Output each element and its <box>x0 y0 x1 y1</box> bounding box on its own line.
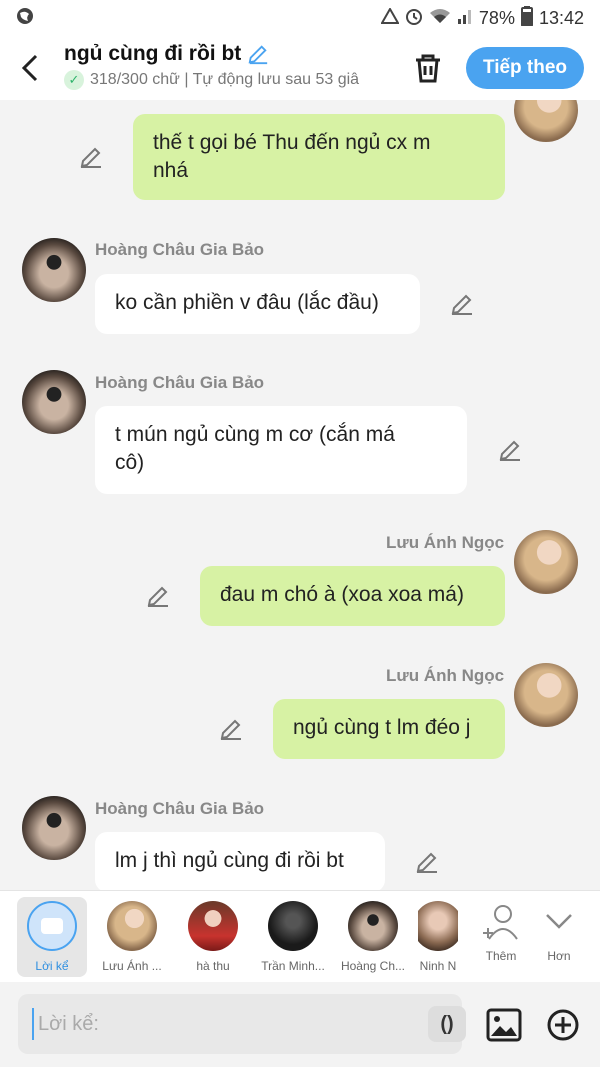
character-narrator[interactable]: Lời kể <box>17 897 87 977</box>
input-bar: () <box>0 982 600 1067</box>
back-button[interactable] <box>0 36 60 100</box>
sender-name: Lưu Ánh Ngọc <box>386 533 505 552</box>
wifi-icon <box>429 8 451 29</box>
image-icon[interactable] <box>486 1008 522 1042</box>
message-line: đau m chó à (xoa xoa má) <box>220 583 464 606</box>
narrator-icon <box>27 901 77 951</box>
edit-message-icon[interactable] <box>450 292 474 316</box>
message-line: ngủ cùng t lm đéo j <box>293 716 471 739</box>
action-parentheses-button[interactable]: () <box>428 1006 466 1042</box>
edit-title-icon[interactable] <box>247 43 269 65</box>
avatar <box>22 238 86 302</box>
sender-name: Hoàng Châu Gia Bảo <box>95 240 265 259</box>
avatar <box>268 901 318 951</box>
edit-message-icon[interactable] <box>219 717 243 741</box>
clock: 13:42 <box>538 7 584 28</box>
character-name: Lưu Ánh ... <box>102 959 162 973</box>
globe-icon <box>16 7 34 30</box>
character-name: hà thu <box>196 959 230 973</box>
character-item[interactable]: Trần Minh... <box>258 897 328 977</box>
character-name: Trần Minh... <box>261 959 325 973</box>
character-bar: Lời kể Lưu Ánh ... hà thu Trần Minh... H… <box>0 890 600 982</box>
chevron-left-icon <box>21 54 38 82</box>
avatar <box>188 901 238 951</box>
message-bubble[interactable]: ko cần phiền v đâu (lắc đầu) <box>95 274 420 334</box>
page-title: ngủ cùng đi rồi bt <box>64 42 242 65</box>
signal-icon <box>457 8 473 29</box>
character-name: Ninh N <box>419 959 457 973</box>
message-bubble[interactable]: ngủ cùng t lm đéo j <box>273 699 505 759</box>
next-button[interactable]: Tiếp theo <box>466 47 584 89</box>
chevron-down-icon <box>546 914 572 929</box>
avatar <box>22 370 86 434</box>
message-line: thế t gọi bé Thu đến ngủ cx m <box>153 131 431 154</box>
message-input[interactable] <box>32 1008 402 1040</box>
battery-icon <box>520 5 533 31</box>
message-bubble[interactable]: thế t gọi bé Thu đến ngủ cx m nhá <box>133 114 505 200</box>
edit-message-icon[interactable] <box>79 145 103 169</box>
message-bubble[interactable]: lm j thì ngủ cùng đi rồi bt <box>95 832 385 890</box>
sender-name: Hoàng Châu Gia Bảo <box>95 799 265 818</box>
character-item[interactable]: Hoàng Ch... <box>338 897 408 977</box>
save-status: 318/300 chữ | Tự động lưu sau 53 giâ <box>90 71 360 88</box>
warning-icon <box>380 6 400 29</box>
message-input-container: () <box>18 994 466 1054</box>
character-name: Lời kể <box>35 959 69 973</box>
character-item[interactable]: hà thu <box>178 897 248 977</box>
character-item[interactable]: Lưu Ánh ... <box>97 897 167 977</box>
edit-message-icon[interactable] <box>146 584 170 608</box>
avatar <box>107 901 157 951</box>
edit-message-icon[interactable] <box>415 850 439 874</box>
message-line: t mún ngủ cùng m cơ (cắn má <box>115 423 395 446</box>
avatar <box>514 663 578 727</box>
message-line: cô) <box>115 451 145 474</box>
alarm-icon <box>405 7 423 30</box>
trash-icon[interactable] <box>410 50 446 86</box>
add-user-icon <box>483 905 518 940</box>
message-line: nhá <box>153 159 189 182</box>
character-name: Hoàng Ch... <box>340 959 406 973</box>
message-line: ko cần phiền v đâu (lắc đầu) <box>115 291 379 314</box>
message-bubble[interactable]: đau m chó à (xoa xoa má) <box>200 566 505 626</box>
chat-area: thế t gọi bé Thu đến ngủ cx m nhá Hoàng … <box>0 100 600 890</box>
message-line: lm j thì ngủ cùng đi rồi bt <box>115 849 344 872</box>
more-button[interactable]: Hơn <box>524 897 594 977</box>
avatar <box>514 100 578 142</box>
edit-message-icon[interactable] <box>498 438 522 462</box>
status-bar: 78% 13:42 <box>0 0 600 36</box>
sender-name: Lưu Ánh Ngọc <box>386 666 505 685</box>
header: ngủ cùng đi rồi bt ✓ 318/300 chữ | Tự độ… <box>0 36 600 100</box>
character-item[interactable]: Ninh N <box>418 897 458 977</box>
avatar <box>348 901 398 951</box>
saved-check-icon: ✓ <box>64 70 84 90</box>
avatar <box>514 530 578 594</box>
add-label: Thêm <box>485 949 517 963</box>
avatar <box>418 901 458 951</box>
avatar <box>22 796 86 860</box>
message-bubble[interactable]: t mún ngủ cùng m cơ (cắn má cô) <box>95 406 467 494</box>
plus-circle-icon[interactable] <box>546 1008 580 1042</box>
battery-level: 78% <box>478 7 515 28</box>
sender-name: Hoàng Châu Gia Bảo <box>95 373 265 392</box>
more-label: Hơn <box>547 949 571 963</box>
